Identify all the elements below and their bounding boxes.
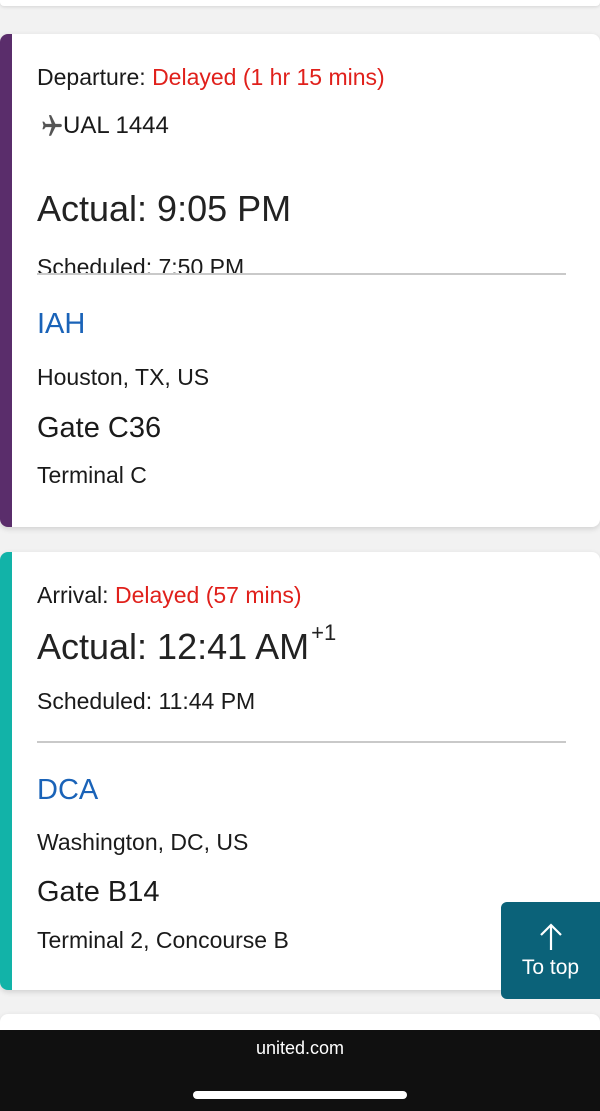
departure-card: Departure: Delayed (1 hr 15 mins) UAL 14… [0,34,600,527]
departure-city: Houston, TX, US [37,364,210,390]
arrival-divider [37,741,566,743]
address-bar-domain[interactable]: united.com [0,1038,600,1059]
arrival-actual-time-row: Actual: 12:41 AM+1 [37,620,336,668]
departure-accent-bar [0,34,12,527]
departure-divider [37,273,566,275]
arrival-terminal: Terminal 2, Concourse B [37,927,289,953]
arrival-status: Arrival: Delayed (57 mins) [37,582,302,609]
arrival-airport-code[interactable]: DCA [37,774,98,807]
arrival-gate: Gate B14 [37,876,160,908]
to-top-button[interactable]: To top [501,902,600,999]
home-indicator[interactable] [193,1091,407,1099]
arrow-up-icon [539,922,562,950]
to-top-label: To top [521,955,580,979]
departure-status-label: Departure: [37,64,146,90]
arrival-day-offset: +1 [311,620,337,645]
arrival-delay-text: Delayed (57 mins) [114,582,302,608]
departure-scheduled-time: Scheduled: 7:50 PM [37,254,245,280]
flight-number-row: UAL 1444 [37,112,169,140]
arrival-city: Washington, DC, US [37,829,249,855]
arrival-actual-time: Actual: 12:41 AM [37,626,310,667]
browser-bottom-bar: united.com [0,1030,600,1111]
arrival-scheduled-time: Scheduled: 11:44 PM [37,688,256,714]
arrival-accent-bar [0,552,12,990]
departure-gate: Gate C36 [37,412,162,444]
flight-number: UAL 1444 [63,112,169,139]
departure-actual-time: Actual: 9:05 PM [37,188,292,229]
arrival-status-label: Arrival: [37,582,109,608]
departure-airport-code[interactable]: IAH [37,308,85,341]
departure-status: Departure: Delayed (1 hr 15 mins) [37,64,385,91]
airplane-icon [37,113,63,139]
departure-delay-text: Delayed (1 hr 15 mins) [152,64,385,90]
departure-terminal: Terminal C [37,462,147,488]
previous-card-edge [0,0,600,6]
